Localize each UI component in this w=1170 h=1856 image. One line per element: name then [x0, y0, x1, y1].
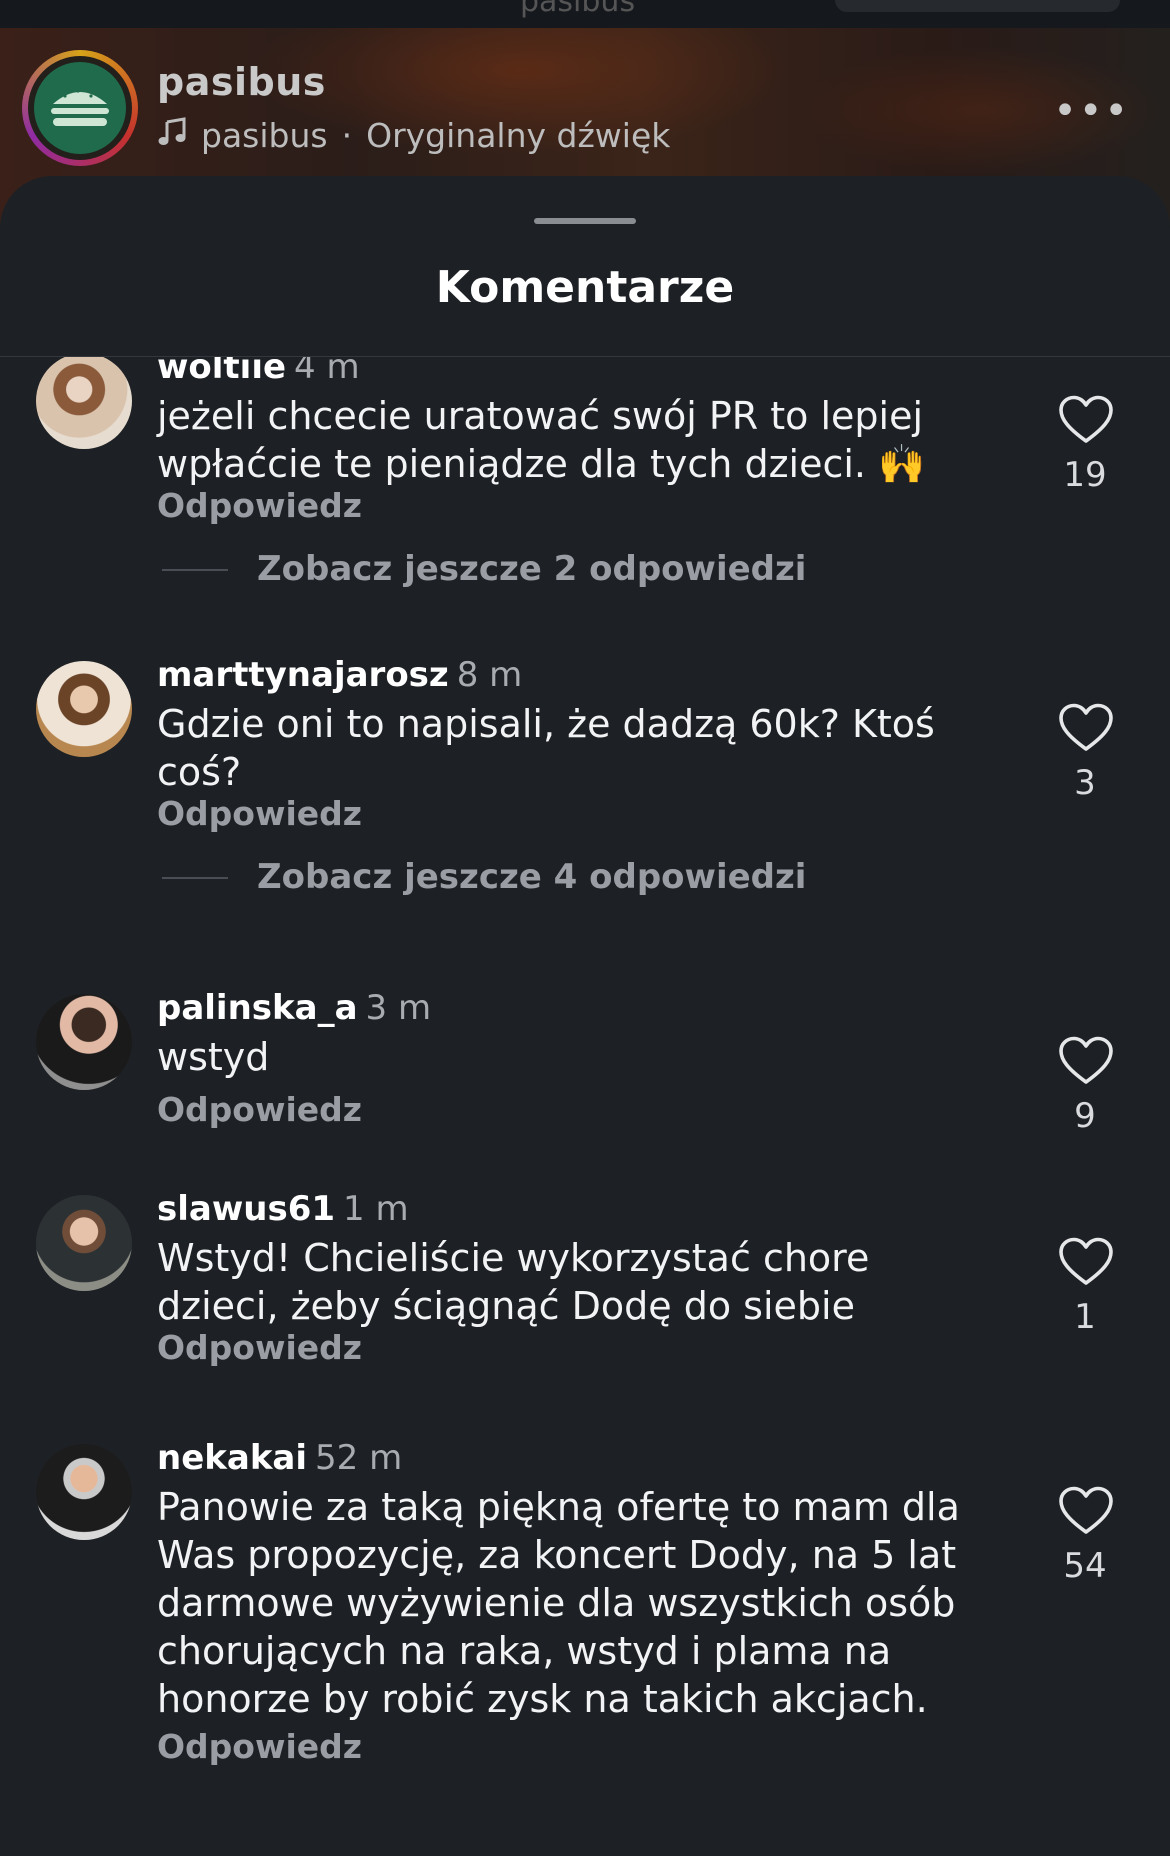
top-bar: pasibus — [0, 0, 1170, 28]
comment-meta: slawus61 1 m — [157, 1189, 409, 1229]
replies-line — [162, 877, 228, 879]
comment-text: wstyd — [157, 1035, 270, 1079]
comment-username[interactable]: slawus61 — [157, 1189, 335, 1229]
heart-outline-icon[interactable] — [1058, 1486, 1114, 1536]
avatar[interactable] — [36, 1444, 132, 1540]
comment-meta: nekakai 52 m — [157, 1438, 402, 1478]
more-horizontal-icon[interactable]: ••• — [1053, 88, 1130, 134]
heart-outline-icon[interactable] — [1058, 1036, 1114, 1086]
comment-username[interactable]: palinska_a — [157, 988, 358, 1028]
comment-time: 52 m — [315, 1438, 403, 1478]
comment-username[interactable]: woltiie — [157, 357, 286, 387]
drag-handle[interactable] — [534, 218, 636, 224]
comment-time: 8 m — [456, 655, 523, 695]
view-more-replies[interactable]: Zobacz jeszcze 2 odpowiedzi — [162, 549, 1062, 589]
top-bar-title: pasibus — [520, 0, 636, 19]
music-note-icon — [157, 116, 187, 155]
audio-owner: pasibus — [201, 116, 328, 155]
comments-sheet: Komentarze woltiie 4 m jeżeli chcecie ura… — [0, 176, 1170, 1856]
audio-label: Oryginalny dźwięk — [366, 116, 671, 155]
view-more-replies-label: Zobacz jeszcze 2 odpowiedzi — [257, 549, 807, 589]
comment-text: Gdzie oni to napisali, że dadzą 60k? Kto… — [157, 702, 935, 794]
sheet-title: Komentarze — [435, 262, 735, 313]
comment-text: Wstyd! Chcieliście wykorzystać chore dzi… — [157, 1236, 870, 1328]
comment-text: jeżeli chcecie uratować swój PR to lepie… — [157, 394, 926, 486]
reply-button[interactable]: Odpowiedz — [157, 794, 362, 833]
comment-meta: palinska_a 3 m — [157, 988, 431, 1028]
comment-text: Panowie za taką piękną ofertę to mam dla… — [157, 1485, 960, 1721]
reply-button[interactable]: Odpowiedz — [157, 1727, 362, 1766]
account-name[interactable]: pasibus — [157, 60, 326, 104]
comment-username[interactable]: nekakai — [157, 1438, 307, 1478]
burger-logo-icon — [34, 62, 126, 154]
reel-header: pasibus pasibus · Oryginalny dźwięk ••• — [0, 46, 1170, 176]
comments-list[interactable]: woltiie 4 m jeżeli chcecie uratować swój … — [0, 357, 1170, 1856]
avatar[interactable] — [36, 357, 132, 449]
audio-link[interactable]: pasibus · Oryginalny dźwięk — [157, 116, 670, 155]
audio-separator: · — [341, 116, 353, 155]
top-bar-pill — [835, 0, 1120, 12]
comment-time: 4 m — [294, 357, 360, 387]
heart-outline-icon[interactable] — [1058, 1237, 1114, 1287]
comment-meta: marttynajarosz 8 m — [157, 655, 522, 695]
account-avatar[interactable] — [22, 50, 138, 166]
avatar[interactable] — [36, 994, 132, 1090]
avatar[interactable] — [36, 1195, 132, 1291]
heart-outline-icon[interactable] — [1058, 395, 1114, 445]
view-more-replies[interactable]: Zobacz jeszcze 4 odpowiedzi — [162, 857, 1062, 897]
comment-time: 1 m — [343, 1189, 409, 1229]
reply-button[interactable]: Odpowiedz — [157, 486, 362, 525]
like-count: 3 — [1074, 763, 1096, 803]
view-more-replies-label: Zobacz jeszcze 4 odpowiedzi — [257, 857, 807, 897]
like-count: 9 — [1074, 1096, 1096, 1136]
like-count: 19 — [1063, 455, 1107, 495]
comment-username[interactable]: marttynajarosz — [157, 655, 449, 695]
like-count: 54 — [1063, 1546, 1107, 1586]
heart-outline-icon[interactable] — [1058, 703, 1114, 753]
replies-line — [162, 569, 228, 571]
comment-meta: woltiie 4 m — [157, 357, 360, 387]
reply-button[interactable]: Odpowiedz — [157, 1090, 362, 1129]
reply-button[interactable]: Odpowiedz — [157, 1328, 362, 1367]
like-count: 1 — [1074, 1297, 1096, 1337]
avatar[interactable] — [36, 661, 132, 757]
comment-time: 3 m — [365, 988, 432, 1028]
